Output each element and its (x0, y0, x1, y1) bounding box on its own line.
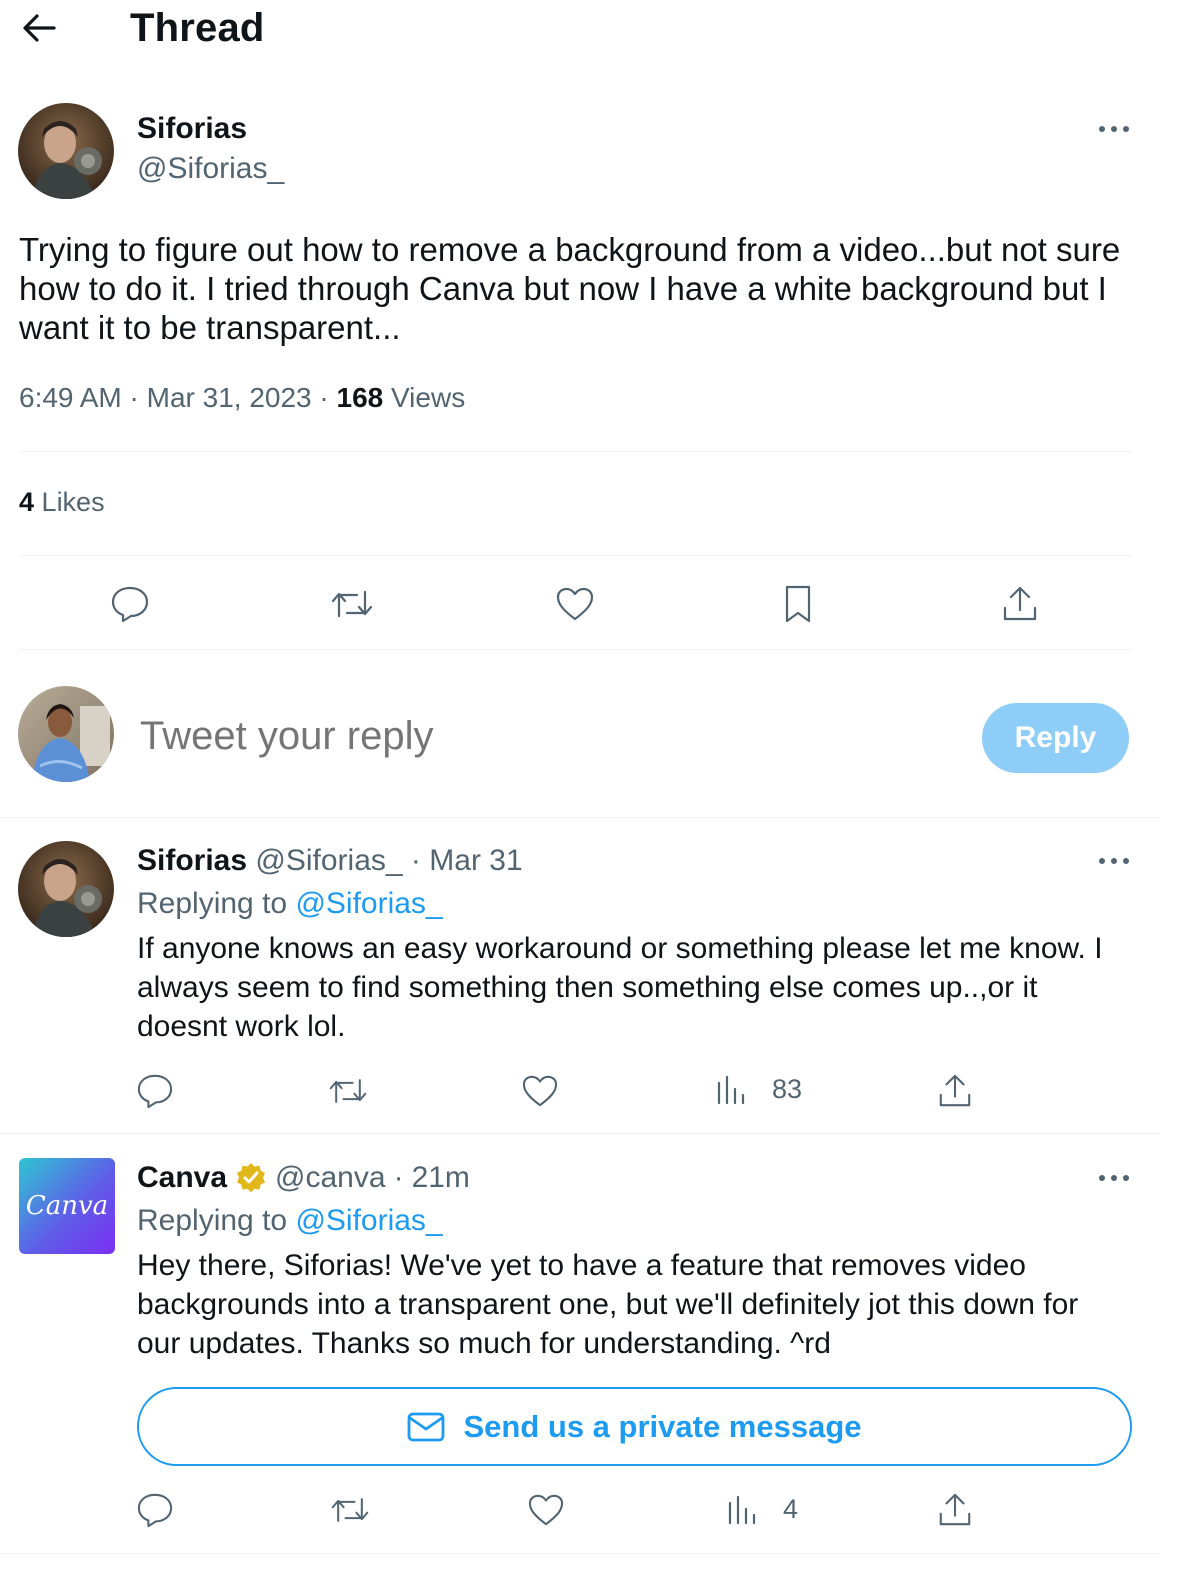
retweet-action-button[interactable] (320, 1480, 380, 1540)
views-count: 4 (783, 1493, 799, 1524)
reply-time[interactable]: Mar 31 (429, 844, 522, 877)
private-message-label: Send us a private message (463, 1408, 862, 1444)
author-name[interactable]: Siforias (137, 112, 247, 146)
share-icon (939, 1074, 971, 1107)
tweet-text: Trying to figure out how to remove a bac… (19, 231, 1121, 346)
retweet-icon (331, 1498, 369, 1522)
reply-more-button[interactable] (1094, 846, 1134, 876)
likes-count: 4 (19, 487, 35, 517)
heart-icon (528, 1494, 564, 1526)
views-count: 168 (336, 382, 384, 413)
divider (0, 817, 1160, 818)
reply-submit-button[interactable]: Reply (982, 703, 1129, 773)
separator: · (410, 844, 421, 877)
reply-time[interactable]: 21m (412, 1161, 470, 1195)
reply-author-avatar[interactable] (18, 841, 114, 937)
author-avatar[interactable] (18, 103, 114, 199)
divider (0, 1133, 1160, 1134)
author-handle[interactable]: @Siforias_ (137, 152, 284, 186)
divider (19, 649, 1132, 650)
reply-more-button[interactable] (1094, 1163, 1134, 1193)
canva-avatar[interactable]: Canva (19, 1158, 115, 1254)
share-action-button[interactable] (925, 1480, 985, 1540)
likes-summary[interactable]: 4 Likes (19, 487, 105, 518)
separator: · (129, 382, 139, 413)
replying-to-label: Replying to (137, 887, 288, 920)
analytics-icon (717, 1075, 745, 1105)
reply-text: If anyone knows an easy workaround or so… (137, 932, 1103, 1043)
current-user-avatar[interactable] (18, 686, 114, 782)
replying-to-link[interactable]: @Siforias_ (295, 887, 442, 920)
page-title: Thread (130, 6, 265, 50)
likes-label: Likes (41, 487, 105, 517)
comment-icon (137, 1493, 173, 1528)
reply-author-name[interactable]: Canva (137, 1161, 227, 1195)
reply-author-name[interactable]: Siforias (137, 844, 247, 877)
replying-to: Replying to @Siforias_ (137, 1204, 443, 1238)
retweet-action-button[interactable] (322, 574, 382, 634)
retweet-icon (329, 1079, 367, 1103)
divider (0, 1553, 1160, 1554)
reply-header: Siforias @Siforias_ · Mar 31 (137, 844, 523, 878)
views-count: 83 (772, 1073, 803, 1104)
bookmark-action-button[interactable] (768, 574, 828, 634)
share-action-button[interactable] (925, 1061, 985, 1121)
reply-action-button[interactable] (125, 1480, 185, 1540)
more-icon (1099, 858, 1129, 864)
reply-author-handle[interactable]: @Siforias_ (255, 844, 402, 877)
replying-to-label: Replying to (137, 1204, 288, 1237)
like-action-button[interactable] (516, 1480, 576, 1540)
heart-icon (522, 1075, 558, 1107)
bookmark-icon (785, 585, 811, 623)
tweet-date[interactable]: Mar 31, 2023 (147, 382, 312, 413)
reply-text: Hey there, Siforias! We've yet to have a… (137, 1249, 1079, 1360)
share-icon (1003, 586, 1037, 621)
like-action-button[interactable] (545, 574, 605, 634)
back-button[interactable] (14, 8, 64, 48)
comment-icon (137, 1074, 173, 1109)
retweet-icon (331, 590, 373, 618)
reply-author-handle[interactable]: @canva (275, 1161, 386, 1195)
more-icon (1099, 126, 1129, 132)
views-action-button[interactable]: 83 (716, 1073, 802, 1105)
reply-action-button[interactable] (100, 574, 160, 634)
views-label: Views (391, 382, 466, 413)
retweet-action-button[interactable] (318, 1061, 378, 1121)
tweet-meta: 6:49 AM · Mar 31, 2023 · 168 Views (19, 382, 465, 414)
separator: · (393, 1161, 404, 1194)
separator: · (319, 382, 329, 413)
views-action-button[interactable]: 4 (727, 1493, 798, 1525)
arrow-left-icon (23, 14, 56, 42)
reply-header: Canva @canva · 21m (137, 1161, 470, 1195)
reply-action-button[interactable] (125, 1061, 185, 1121)
analytics-icon (728, 1495, 756, 1525)
share-action-button[interactable] (990, 574, 1050, 634)
like-action-button[interactable] (510, 1061, 570, 1121)
share-icon (939, 1493, 971, 1526)
envelope-icon (408, 1412, 445, 1441)
divider (19, 555, 1132, 556)
comment-icon (111, 586, 149, 623)
divider (19, 451, 1132, 452)
reply-input[interactable] (140, 714, 920, 759)
more-icon (1099, 1175, 1129, 1181)
canva-logo: Canva (25, 1191, 109, 1221)
replying-to: Replying to @Siforias_ (137, 887, 443, 921)
tweet-time[interactable]: 6:49 AM (19, 382, 122, 413)
private-message-button[interactable]: Send us a private message (137, 1387, 1132, 1466)
more-options-button[interactable] (1094, 114, 1134, 144)
verified-badge-icon (237, 1163, 266, 1193)
heart-icon (556, 587, 594, 621)
replying-to-link[interactable]: @Siforias_ (295, 1204, 442, 1237)
